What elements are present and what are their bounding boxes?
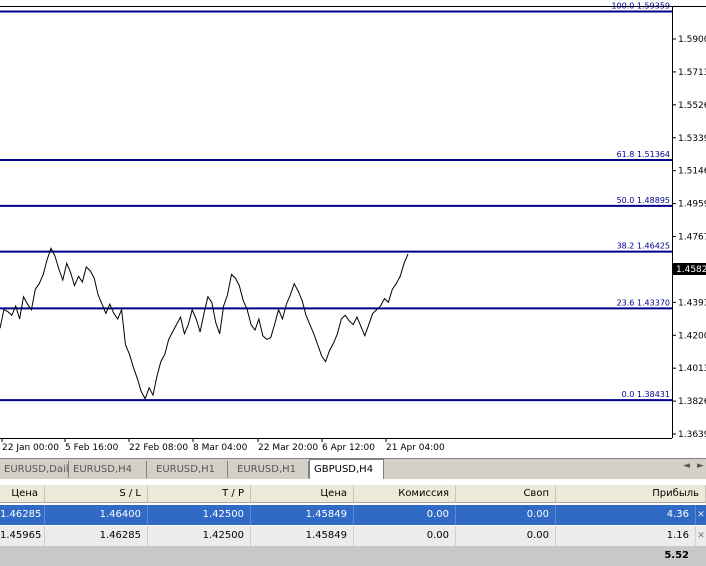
tab-eurusd-h1[interactable]: EURUSD,H1: [152, 461, 228, 478]
price-tick-label: 1.5339: [678, 134, 706, 144]
tab-eurusd-h4[interactable]: EURUSD,H4: [69, 461, 147, 478]
tab-label: GBPUSD,H4: [314, 464, 374, 475]
tab-eurusd-daily[interactable]: EURUSD,Daily: [0, 461, 69, 478]
col-header-tp[interactable]: T / P: [148, 485, 251, 503]
cell-profit: 4.36: [556, 505, 696, 525]
col-header-sl[interactable]: S / L: [45, 485, 148, 503]
col-header-commission[interactable]: Комиссия: [354, 485, 456, 503]
price-tick-label: 1.5526: [678, 101, 706, 111]
table-row[interactable]: 1.45965 1.46285 1.42500 1.45849 0.00 0.0…: [0, 526, 706, 546]
fibo-level-label: 23.6 1.43370: [617, 298, 670, 307]
cell-tp: 1.42500: [148, 526, 251, 546]
cell-price: 1.45965: [0, 526, 45, 546]
total-row: 5.52: [0, 546, 706, 566]
tab-label: EURUSD,H1: [237, 464, 297, 475]
chart-tab-bar: EURUSD,Daily EURUSD,H4 EURUSD,H1 EURUSD,…: [0, 458, 706, 479]
total-profit: 5.52: [664, 550, 689, 561]
time-tick-label: 22 Feb 08:00: [129, 443, 188, 453]
terminal-header-row: Цена S / L T / P Цена Комиссия Своп Приб…: [0, 485, 706, 503]
col-header-price[interactable]: Цена: [0, 485, 45, 503]
cell-profit: 1.16: [556, 526, 696, 546]
price-tick-label: 1.4393: [678, 298, 706, 308]
tab-label: EURUSD,H4: [73, 464, 133, 475]
price-tick-label: 1.3826: [678, 397, 706, 407]
price-tick-label: 1.4767: [678, 233, 706, 243]
price-tick-label: 1.4200: [678, 331, 706, 341]
col-header-profit[interactable]: Прибыль: [556, 485, 706, 503]
cell-commission: 0.00: [354, 505, 456, 525]
fibo-level-label: 50.0 1.48895: [617, 196, 670, 205]
price-series-line: [0, 247, 409, 401]
cell-swap: 0.00: [456, 526, 556, 546]
terminal-panel: Цена S / L T / P Цена Комиссия Своп Приб…: [0, 481, 706, 566]
tab-eurusd-h1-2[interactable]: EURUSD,H1: [233, 461, 309, 478]
cell-tp: 1.42500: [148, 505, 251, 525]
tab-label: EURUSD,Daily: [4, 464, 69, 475]
price-tick-label: 1.5900: [678, 35, 706, 45]
fibo-level-label: 0.0 1.38431: [622, 390, 670, 399]
tab-label: EURUSD,H1: [156, 464, 216, 475]
table-row[interactable]: 1.46285 1.46400 1.42500 1.45849 0.00 0.0…: [0, 505, 706, 525]
price-chart[interactable]: 1.5900 1.5713 1.5526 1.5339 1.5146 1.4959 1.47…: [0, 0, 706, 458]
fibo-level-label: 100.0 1.59359: [611, 2, 670, 11]
cell-current-price: 1.45849: [251, 505, 354, 525]
fibo-level-label: 38.2 1.46425: [617, 242, 670, 251]
current-price-label: 1.4582: [676, 265, 706, 275]
fibo-level-label: 61.8 1.51364: [617, 150, 670, 159]
col-header-swap[interactable]: Своп: [456, 485, 556, 503]
cell-swap: 0.00: [456, 505, 556, 525]
price-tick-label: 1.4959: [678, 200, 706, 210]
time-tick-label: 22 Mar 20:00: [258, 443, 318, 453]
time-tick-label: 6 Apr 12:00: [322, 443, 375, 453]
time-tick-label: 5 Feb 16:00: [65, 443, 119, 453]
tab-scroll-left-icon[interactable]: ◄: [683, 461, 690, 471]
cell-price: 1.46285: [0, 505, 45, 525]
time-tick-label: 22 Jan 00:00: [2, 443, 59, 453]
close-order-icon[interactable]: ✕: [696, 505, 706, 525]
cell-sl: 1.46400: [45, 505, 148, 525]
time-tick-label: 21 Apr 04:00: [386, 443, 445, 453]
close-order-icon[interactable]: ✕: [696, 526, 706, 546]
tab-scroll-right-icon[interactable]: ►: [697, 461, 704, 471]
cell-commission: 0.00: [354, 526, 456, 546]
cell-current-price: 1.45849: [251, 526, 354, 546]
price-tick-label: 1.5713: [678, 68, 706, 78]
price-tick-label: 1.4013: [678, 364, 706, 374]
price-tick-label: 1.3639: [678, 430, 706, 440]
col-header-current-price[interactable]: Цена: [251, 485, 354, 503]
tab-gbpusd-h4[interactable]: GBPUSD,H4: [309, 459, 384, 479]
price-tick-label: 1.5146: [678, 167, 706, 177]
chart-canvas[interactable]: 1.5900 1.5713 1.5526 1.5339 1.5146 1.4959 1.47…: [0, 0, 706, 458]
time-tick-label: 8 Mar 04:00: [193, 443, 248, 453]
cell-sl: 1.46285: [45, 526, 148, 546]
